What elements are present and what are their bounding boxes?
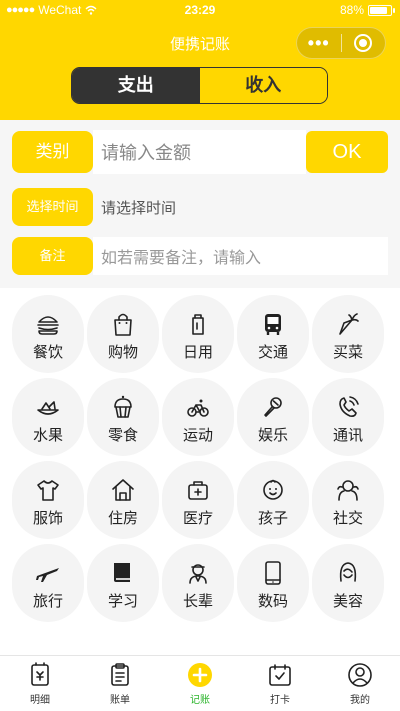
calendar-icon (269, 664, 291, 686)
carrot-icon (339, 312, 359, 335)
tab-label: 记账 (190, 695, 210, 706)
beauty-icon (339, 561, 357, 582)
bicycle-icon (187, 399, 209, 417)
tab-item[interactable]: 账单 (80, 656, 160, 711)
tab-item[interactable]: 我的 (320, 656, 400, 711)
category-label-text: 学习 (107, 592, 138, 610)
category-label-text: 美容 (332, 592, 363, 610)
category-label-text: 社交 (332, 509, 363, 527)
category-item[interactable]: 水果 (12, 378, 84, 456)
category-label-text: 通讯 (332, 426, 363, 444)
daily-use-icon (192, 313, 204, 335)
medical-kit-icon (188, 480, 208, 500)
ok-button[interactable]: OK (306, 131, 388, 173)
category-item[interactable]: 学习 (87, 544, 159, 622)
bus-icon (265, 313, 281, 335)
category-label-text: 旅行 (32, 592, 63, 610)
note-input[interactable]: 如若需要备注，请输入 (93, 237, 388, 275)
tshirt-icon (37, 479, 59, 501)
close-mini-program-icon[interactable] (341, 34, 385, 52)
category-item[interactable]: 社交 (312, 461, 384, 539)
amount-input[interactable]: 请输入金额 (93, 130, 306, 174)
detail-icon (31, 662, 49, 686)
category-label-text: 交通 (257, 343, 288, 361)
tab-label: 打卡 (270, 695, 290, 706)
category-label-text: 日用 (182, 343, 213, 361)
time-label[interactable]: 选择时间 (12, 188, 93, 226)
add-icon (188, 663, 212, 687)
category-item[interactable]: 零食 (87, 378, 159, 456)
category-label-text: 孩子 (257, 509, 288, 527)
category-item[interactable]: 住房 (87, 461, 159, 539)
note-row: 备注 如若需要备注，请输入 (12, 237, 388, 275)
category-item[interactable]: 医疗 (162, 461, 234, 539)
type-toggle: 支出 收入 (71, 67, 328, 104)
phone-icon (339, 395, 359, 417)
more-options-icon[interactable]: ••• (297, 29, 341, 57)
bill-icon (111, 663, 129, 686)
time-row: 选择时间 请选择时间 (12, 188, 388, 226)
burger-icon (37, 315, 59, 335)
category-grid: 餐饮 购物 日用 交通 买菜水果 零食 运动 娱乐 通讯服饰 住房 医疗 孩子 社交旅行 学习 长辈 数码 美容 (0, 292, 400, 652)
category-item[interactable]: 服饰 (12, 461, 84, 539)
category-label-text: 服饰 (32, 509, 63, 527)
mini-program-capsule: ••• (296, 27, 386, 59)
social-icon (337, 479, 359, 501)
category-item[interactable]: 长辈 (162, 544, 234, 622)
tab-item[interactable]: 打卡 (240, 656, 320, 711)
cupcake-icon (114, 395, 132, 418)
category-item[interactable]: 购物 (87, 295, 159, 373)
type-toggle-area: 支出 收入 (0, 66, 400, 120)
bottom-tab-bar: 明细 账单 记账 打卡 我的 (0, 655, 400, 711)
category-label-text: 住房 (107, 509, 138, 527)
airplane-icon (36, 567, 59, 582)
category-item[interactable]: 数码 (237, 544, 309, 622)
tab-label: 我的 (350, 695, 370, 706)
category-label-text: 买菜 (332, 343, 363, 361)
category-item[interactable]: 通讯 (312, 378, 384, 456)
baby-icon (263, 479, 283, 500)
tab-income[interactable]: 收入 (199, 68, 327, 103)
tab-item[interactable]: 明细 (0, 656, 80, 711)
note-label: 备注 (12, 237, 93, 275)
category-label-text: 医疗 (182, 509, 213, 527)
category-item[interactable]: 交通 (237, 295, 309, 373)
category-label[interactable]: 类别 (12, 131, 93, 173)
category-label-text: 数码 (257, 592, 288, 610)
book-icon (114, 562, 130, 582)
category-item[interactable]: 日用 (162, 295, 234, 373)
category-label-text: 娱乐 (257, 426, 288, 444)
shopping-bag-icon (114, 313, 132, 336)
category-label-text: 餐饮 (32, 343, 63, 361)
time-picker[interactable]: 请选择时间 (93, 188, 388, 226)
fruit-icon (37, 400, 59, 415)
battery-icon (368, 4, 395, 16)
tab-label: 明细 (30, 695, 50, 706)
amount-row: 类别 请输入金额 OK (12, 130, 388, 174)
elder-icon (189, 563, 207, 584)
nav-bar: 便携记账 ••• (0, 20, 400, 66)
category-label-text: 运动 (182, 426, 213, 444)
entry-form: 类别 请输入金额 OK 选择时间 请选择时间 备注 如若需要备注，请输入 (0, 120, 400, 288)
category-item[interactable]: 运动 (162, 378, 234, 456)
category-label-text: 零食 (107, 426, 138, 444)
category-label-text: 购物 (107, 343, 138, 361)
category-item[interactable]: 旅行 (12, 544, 84, 622)
tab-label: 账单 (110, 695, 130, 706)
category-item[interactable]: 买菜 (312, 295, 384, 373)
tab-item[interactable]: 记账 (160, 656, 240, 711)
user-icon (348, 663, 372, 687)
category-label-text: 长辈 (182, 592, 213, 610)
tab-expense[interactable]: 支出 (72, 68, 200, 103)
battery-percent: 88% (339, 3, 364, 17)
microphone-icon (264, 396, 282, 417)
category-item[interactable]: 餐饮 (12, 295, 84, 373)
category-item[interactable]: 孩子 (237, 461, 309, 539)
smartphone-icon (265, 560, 281, 585)
house-icon (112, 478, 134, 501)
category-label-text: 水果 (32, 426, 63, 444)
category-item[interactable]: 美容 (312, 544, 384, 622)
status-bar: ●●●●● WeChat 23:29 88% (0, 0, 400, 20)
category-item[interactable]: 娱乐 (237, 378, 309, 456)
